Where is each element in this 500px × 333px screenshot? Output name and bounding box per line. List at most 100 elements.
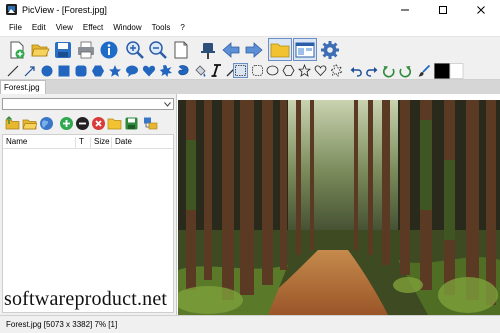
menu-edit[interactable]: Edit: [27, 23, 51, 32]
brush-tool[interactable]: [416, 63, 431, 78]
zoom-in-button[interactable]: [124, 39, 146, 61]
status-bar: Forest.jpg [5073 x 3382] 7% [1]: [0, 315, 500, 333]
menu-file[interactable]: File: [4, 23, 27, 32]
rotate-left-icon: [382, 65, 395, 77]
brush-icon: [418, 64, 430, 76]
color-swatch-icon: [434, 62, 464, 79]
folder-tree-button[interactable]: [142, 115, 158, 131]
next-button[interactable]: [243, 39, 265, 61]
menu-view[interactable]: View: [51, 23, 78, 32]
print-icon: [78, 41, 94, 59]
rotate-right-button[interactable]: [397, 63, 412, 78]
previous-button[interactable]: [220, 39, 242, 61]
file-list[interactable]: Name T Size Date: [2, 134, 174, 313]
chevron-down-icon[interactable]: [163, 100, 172, 109]
select-hexagon-tool[interactable]: [281, 63, 296, 78]
rotate-right-icon: [398, 65, 411, 77]
minimize-icon: [401, 9, 409, 10]
select-burst-tool[interactable]: [329, 63, 344, 78]
color-swatch[interactable]: [433, 62, 465, 79]
window-title: PicView - [Forest.jpg]: [22, 4, 107, 15]
save-list-button[interactable]: [123, 115, 139, 131]
add-button[interactable]: [58, 115, 74, 131]
arrow-right-icon: [245, 42, 263, 58]
redo-button[interactable]: [364, 63, 379, 78]
page-button[interactable]: [170, 39, 192, 61]
text-tool-icon: [211, 64, 221, 77]
print-button[interactable]: [75, 39, 97, 61]
select-star-tool[interactable]: [297, 63, 312, 78]
image-canvas[interactable]: [178, 100, 500, 315]
select-ellipse-tool[interactable]: [265, 63, 280, 78]
burst-tool[interactable]: [158, 63, 173, 78]
maximize-icon: [439, 5, 447, 14]
close-icon: [477, 5, 485, 14]
pin-button[interactable]: [197, 39, 219, 61]
main-toolbar: [0, 36, 500, 61]
pencil-tool[interactable]: [5, 63, 20, 78]
folder-up-button[interactable]: [4, 115, 20, 131]
folder-open-icon: [22, 119, 37, 129]
new-button[interactable]: [6, 39, 28, 61]
pin-icon: [201, 43, 215, 59]
star-fill-icon: [108, 64, 121, 77]
select-heart-tool[interactable]: [313, 63, 328, 78]
delete-button[interactable]: [90, 115, 106, 131]
globe-button[interactable]: [38, 115, 54, 131]
save-button[interactable]: [52, 39, 74, 61]
select-rect-tool[interactable]: [233, 63, 248, 78]
arrow-tool[interactable]: [22, 63, 37, 78]
info-button[interactable]: [98, 39, 120, 61]
window-layout-icon: [295, 42, 315, 57]
select-rounded-tool[interactable]: [250, 63, 265, 78]
select-hexagon-icon: [282, 65, 295, 76]
column-type[interactable]: T: [77, 137, 91, 148]
rounded-rect-tool[interactable]: [73, 63, 88, 78]
close-button[interactable]: [462, 0, 500, 19]
ellipse-fill-icon: [41, 65, 52, 76]
remove-button[interactable]: [74, 115, 90, 131]
text-tool[interactable]: [209, 62, 223, 79]
undo-icon: [350, 66, 362, 77]
folder-view-icon: [270, 43, 290, 57]
select-ellipse-icon: [266, 65, 279, 76]
menu-help[interactable]: ?: [175, 23, 189, 32]
column-name[interactable]: Name: [4, 137, 76, 148]
ellipse-tool[interactable]: [39, 63, 54, 78]
folder-up-icon: [5, 115, 19, 129]
tab-forest-jpg[interactable]: Forest.jpg: [0, 80, 46, 94]
fill-bucket-tool[interactable]: [192, 63, 207, 78]
star-tool[interactable]: [107, 63, 122, 78]
maximize-button[interactable]: [424, 0, 462, 19]
window-layout-button[interactable]: [293, 38, 317, 61]
folder-icon: [107, 118, 121, 129]
settings-button[interactable]: [319, 39, 341, 61]
lasso-tool[interactable]: [175, 63, 190, 78]
burst-icon: [159, 64, 172, 77]
hexagon-tool[interactable]: [90, 63, 105, 78]
settings-icon: [321, 41, 339, 59]
minimize-button[interactable]: [386, 0, 424, 19]
arrow-left-icon: [222, 42, 240, 58]
folder-view-button[interactable]: [268, 38, 292, 61]
folder-open-button[interactable]: [21, 115, 37, 131]
speech-bubble-tool[interactable]: [124, 63, 139, 78]
select-rect-icon: [235, 65, 246, 76]
menu-effect[interactable]: Effect: [78, 23, 108, 32]
speech-bubble-icon: [125, 65, 138, 77]
zoom-in-icon: [126, 41, 144, 59]
zoom-out-button[interactable]: [147, 39, 169, 61]
menu-tools[interactable]: Tools: [147, 23, 176, 32]
rect-tool[interactable]: [56, 63, 71, 78]
folder-button[interactable]: [106, 115, 122, 131]
path-combo[interactable]: [2, 98, 174, 110]
column-size[interactable]: Size: [92, 137, 112, 148]
menu-window[interactable]: Window: [108, 23, 146, 32]
new-icon: [10, 41, 25, 59]
drawing-toolbar: [0, 61, 500, 80]
heart-tool[interactable]: [141, 63, 156, 78]
undo-button[interactable]: [348, 63, 363, 78]
open-button[interactable]: [29, 39, 51, 61]
rotate-left-button[interactable]: [381, 63, 396, 78]
column-date[interactable]: Date: [113, 137, 153, 148]
